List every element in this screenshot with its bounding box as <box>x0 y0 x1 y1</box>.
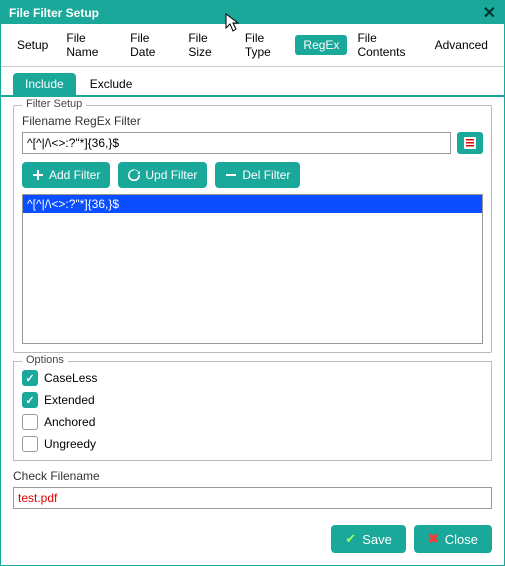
close-button[interactable]: ✖ Close <box>414 525 492 553</box>
save-button[interactable]: ✔ Save <box>331 525 406 553</box>
filename-regex-input[interactable] <box>22 132 451 154</box>
filter-input-row <box>22 132 483 154</box>
menu-item-file-type[interactable]: File Type <box>237 28 294 62</box>
checkbox-ungreedy[interactable]: Ungreedy <box>22 436 483 452</box>
checkbox-label: CaseLess <box>44 371 97 385</box>
upd-filter-button[interactable]: Upd Filter <box>118 162 207 188</box>
del-filter-button[interactable]: Del Filter <box>215 162 300 188</box>
menu-item-setup[interactable]: Setup <box>9 35 56 55</box>
options-fieldset: Options CaseLessExtendedAnchoredUngreedy <box>13 361 492 461</box>
tab-exclude[interactable]: Exclude <box>78 73 145 95</box>
filter-setup-legend: Filter Setup <box>22 98 86 110</box>
filter-setup-fieldset: Filter Setup Filename RegEx Filter Add F… <box>13 105 492 353</box>
titlebar: File Filter Setup ✕ <box>1 1 504 24</box>
check-filename-input[interactable] <box>13 487 492 509</box>
close-label: Close <box>445 532 478 547</box>
menu-item-advanced[interactable]: Advanced <box>427 35 496 55</box>
menu-item-regex[interactable]: RegEx <box>295 35 347 55</box>
tab-include[interactable]: Include <box>13 73 76 95</box>
checkbox-label: Anchored <box>44 415 95 429</box>
menu-item-file-date[interactable]: File Date <box>122 28 178 62</box>
close-icon[interactable]: ✕ <box>483 3 496 23</box>
save-label: Save <box>362 532 392 547</box>
checkbox-anchored[interactable]: Anchored <box>22 414 483 430</box>
checkbox-icon[interactable] <box>22 392 38 408</box>
del-filter-label: Del Filter <box>242 168 290 182</box>
filter-button-row: Add Filter Upd Filter Del Filter <box>22 162 483 188</box>
options-legend: Options <box>22 354 68 366</box>
x-icon: ✖ <box>428 531 439 547</box>
refresh-icon <box>128 169 140 181</box>
content: Filter Setup Filename RegEx Filter Add F… <box>1 97 504 517</box>
upd-filter-label: Upd Filter <box>145 168 197 182</box>
checkbox-label: Ungreedy <box>44 437 96 451</box>
list-icon <box>463 136 477 150</box>
checkbox-icon[interactable] <box>22 436 38 452</box>
menu-item-file-name[interactable]: File Name <box>58 28 120 62</box>
tabbar: IncludeExclude <box>1 67 504 97</box>
menubar: SetupFile NameFile DateFile SizeFile Typ… <box>1 24 504 67</box>
regex-helper-button[interactable] <box>457 132 483 154</box>
add-filter-button[interactable]: Add Filter <box>22 162 110 188</box>
checkbox-extended[interactable]: Extended <box>22 392 483 408</box>
footer: ✔ Save ✖ Close <box>1 517 504 565</box>
check-icon: ✔ <box>345 531 356 547</box>
checkbox-caseless[interactable]: CaseLess <box>22 370 483 386</box>
filter-listbox[interactable]: ^[^|/\<>:?"*]{36,}$ <box>22 194 483 344</box>
checkbox-icon[interactable] <box>22 414 38 430</box>
minus-icon <box>225 169 237 181</box>
menu-item-file-contents[interactable]: File Contents <box>349 28 424 62</box>
plus-icon <box>32 169 44 181</box>
check-filename-label: Check Filename <box>13 469 492 483</box>
list-item[interactable]: ^[^|/\<>:?"*]{36,}$ <box>23 195 482 213</box>
checkbox-icon[interactable] <box>22 370 38 386</box>
filename-regex-label: Filename RegEx Filter <box>22 114 483 128</box>
window: File Filter Setup ✕ SetupFile NameFile D… <box>0 0 505 566</box>
checkbox-label: Extended <box>44 393 95 407</box>
menu-item-file-size[interactable]: File Size <box>180 28 235 62</box>
window-title: File Filter Setup <box>9 6 99 20</box>
add-filter-label: Add Filter <box>49 168 100 182</box>
